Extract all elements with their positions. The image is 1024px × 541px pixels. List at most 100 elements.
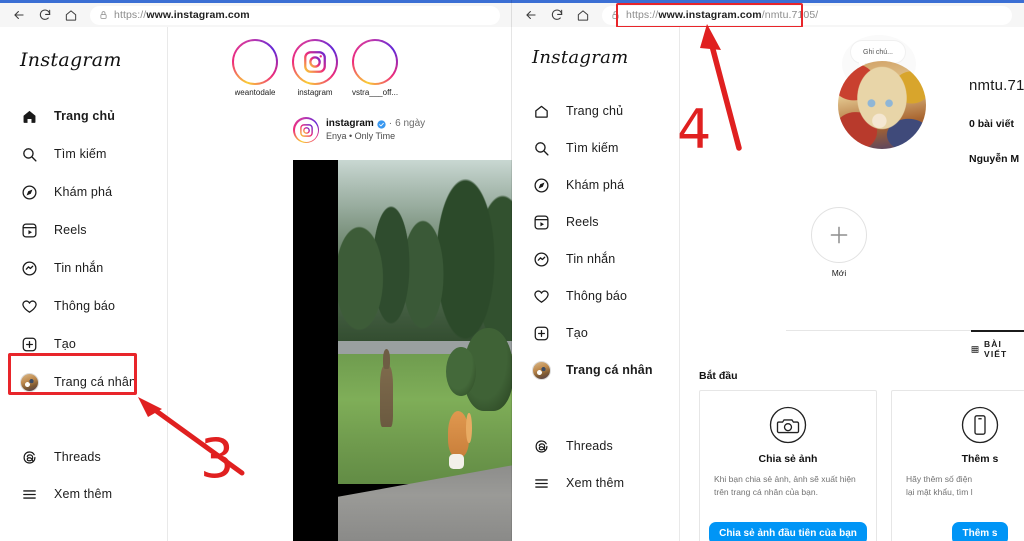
home-icon[interactable] xyxy=(58,4,84,26)
back-arrow-icon[interactable] xyxy=(6,4,32,26)
sidebar-label: Tìm kiếm xyxy=(54,147,107,161)
post-avatar[interactable] xyxy=(293,117,319,143)
left-browser-toolbar: https://www.instagram.com xyxy=(0,3,512,27)
plus-icon xyxy=(811,207,867,263)
threads-icon xyxy=(18,446,40,468)
story-item[interactable]: weantodale xyxy=(231,39,279,97)
left-ig-sidebar: Instagram Trang chủ Tìm kiếm Khám phá Re… xyxy=(0,27,168,541)
story-ring xyxy=(352,39,398,85)
photo-trees xyxy=(338,160,512,351)
post-photo[interactable] xyxy=(293,160,512,541)
right-address-bar[interactable]: https://www.instagram.com/nmtu.7105/ xyxy=(602,2,1012,28)
sidebar-item-thong-bao[interactable]: Thông báo xyxy=(512,281,627,311)
profile-avatar-area: Ghi chú... xyxy=(824,33,932,163)
screenshot-stage: https://www.instagram.com Instagram Tran… xyxy=(0,0,1024,541)
story-item[interactable]: instagram xyxy=(291,39,339,97)
card-description: Hãy thêm số điện lại mật khẩu, tìm l xyxy=(906,474,973,497)
card-description: Khi bạn chia sẻ ảnh, ảnh sẽ xuất hiện tr… xyxy=(714,474,856,497)
phone-icon xyxy=(961,406,999,444)
reels-icon xyxy=(18,219,40,241)
sidebar-item-thong-bao[interactable]: Thông báo xyxy=(0,291,115,321)
sidebar-label: Tạo xyxy=(54,337,76,351)
sidebar-item-kham-pha[interactable]: Khám phá xyxy=(0,177,112,207)
threads-icon xyxy=(530,435,552,457)
story-highlight-new[interactable]: Mới xyxy=(811,207,867,278)
highlight-label: Mới xyxy=(831,268,847,278)
stories-tray: weantodale instagram vstra___off... xyxy=(231,39,399,97)
card-title: Thêm s xyxy=(961,453,999,465)
sidebar-item-trang-chu[interactable]: Trang chủ xyxy=(512,96,623,126)
reload-icon[interactable] xyxy=(32,4,58,26)
post-timestamp: 6 ngày xyxy=(395,118,426,130)
sidebar-item-reels[interactable]: Reels xyxy=(512,207,599,237)
story-item[interactable]: vstra___off... xyxy=(351,39,399,97)
right-browser-window: https://www.instagram.com/nmtu.7105/ Ins… xyxy=(512,0,1024,541)
plus-square-icon xyxy=(18,333,40,355)
post-separator: · xyxy=(388,118,393,130)
messenger-icon xyxy=(530,248,552,270)
back-arrow-icon[interactable] xyxy=(518,4,544,26)
sidebar-item-tin-nhan[interactable]: Tin nhắn xyxy=(0,253,103,283)
grid-icon xyxy=(971,345,979,353)
post-meta: instagram · 6 ngày Enya • Only Time xyxy=(326,118,425,142)
story-username: instagram xyxy=(297,88,333,97)
sidebar-item-trang-ca-nhan[interactable]: Trang cá nhân xyxy=(0,367,136,397)
sidebar-label: Tìm kiếm xyxy=(566,141,619,155)
sidebar-item-tao[interactable]: Tạo xyxy=(0,329,76,359)
compass-icon xyxy=(18,181,40,203)
post-title-line: instagram · 6 ngày xyxy=(326,118,425,131)
sidebar-label: Thông báo xyxy=(566,289,628,303)
photo-cat xyxy=(447,411,472,469)
reload-icon[interactable] xyxy=(544,4,570,26)
note-bubble[interactable]: Ghi chú... xyxy=(851,41,905,66)
sidebar-item-tim-kiem[interactable]: Tìm kiếm xyxy=(0,139,107,169)
add-phone-button[interactable]: Thêm s xyxy=(952,522,1008,541)
camera-icon xyxy=(769,406,807,444)
sidebar-item-tin-nhan[interactable]: Tin nhắn xyxy=(512,244,615,274)
left-instagram-page: Instagram Trang chủ Tìm kiếm Khám phá Re… xyxy=(0,27,512,541)
sidebar-label: Trang cá nhân xyxy=(54,375,137,389)
sidebar-item-trang-ca-nhan[interactable]: Trang cá nhân xyxy=(512,355,653,385)
instagram-logo[interactable]: Instagram xyxy=(532,47,629,68)
heart-icon xyxy=(18,295,40,317)
hamburger-icon xyxy=(18,483,40,505)
home-filled-icon xyxy=(18,105,40,127)
avatar[interactable] xyxy=(838,61,926,149)
sidebar-label: Khám phá xyxy=(566,178,625,192)
sidebar-item-reels[interactable]: Reels xyxy=(0,215,87,245)
sidebar-item-xem-them[interactable]: Xem thêm xyxy=(0,479,112,509)
photo-deer xyxy=(380,348,393,427)
sidebar-item-threads[interactable]: Threads xyxy=(512,431,613,461)
right-instagram-page: Instagram Trang chủ Tìm kiếm Khám phá Re… xyxy=(512,27,1024,541)
right-ig-sidebar: Instagram Trang chủ Tìm kiếm Khám phá Re… xyxy=(512,27,680,541)
lock-icon xyxy=(100,11,107,19)
sidebar-item-trang-chu[interactable]: Trang chủ xyxy=(0,101,115,131)
sidebar-label: Trang chủ xyxy=(54,109,116,123)
verified-badge-icon xyxy=(377,120,386,129)
card-chia-se-anh: Chia sẻ ảnh Khi bạn chia sẻ ảnh, ảnh sẽ … xyxy=(699,390,877,541)
profile-fullname: Nguyễn M xyxy=(969,153,1020,165)
search-icon xyxy=(530,137,552,159)
sidebar-item-tao[interactable]: Tạo xyxy=(512,318,588,348)
share-first-photo-button[interactable]: Chia sẻ ảnh đầu tiên của bạn xyxy=(709,522,867,541)
left-address-bar[interactable]: https://www.instagram.com xyxy=(90,5,500,25)
compass-icon xyxy=(530,174,552,196)
instagram-logo[interactable]: Instagram xyxy=(20,49,122,71)
card-title: Chia sẻ ảnh xyxy=(758,453,818,465)
sidebar-item-xem-them[interactable]: Xem thêm xyxy=(512,468,624,498)
story-ring xyxy=(232,39,278,85)
tab-bai-viet[interactable]: BÀI VIẾT xyxy=(971,330,1024,359)
get-started-cards: Chia sẻ ảnh Khi bạn chia sẻ ảnh, ảnh sẽ … xyxy=(699,390,1024,541)
post-username[interactable]: instagram xyxy=(326,118,374,131)
get-started-title: Bắt đầu xyxy=(699,370,738,382)
post-audio[interactable]: Enya • Only Time xyxy=(326,131,425,142)
instagram-glyph-icon xyxy=(304,51,326,73)
photo-content xyxy=(338,160,512,541)
lock-icon xyxy=(612,11,619,19)
tab-active-indicator xyxy=(971,330,1024,332)
sidebar-item-tim-kiem[interactable]: Tìm kiếm xyxy=(512,133,619,163)
home-icon[interactable] xyxy=(570,4,596,26)
sidebar-item-threads[interactable]: Threads xyxy=(0,442,101,472)
story-username: vstra___off... xyxy=(351,88,399,97)
sidebar-item-kham-pha[interactable]: Khám phá xyxy=(512,170,624,200)
